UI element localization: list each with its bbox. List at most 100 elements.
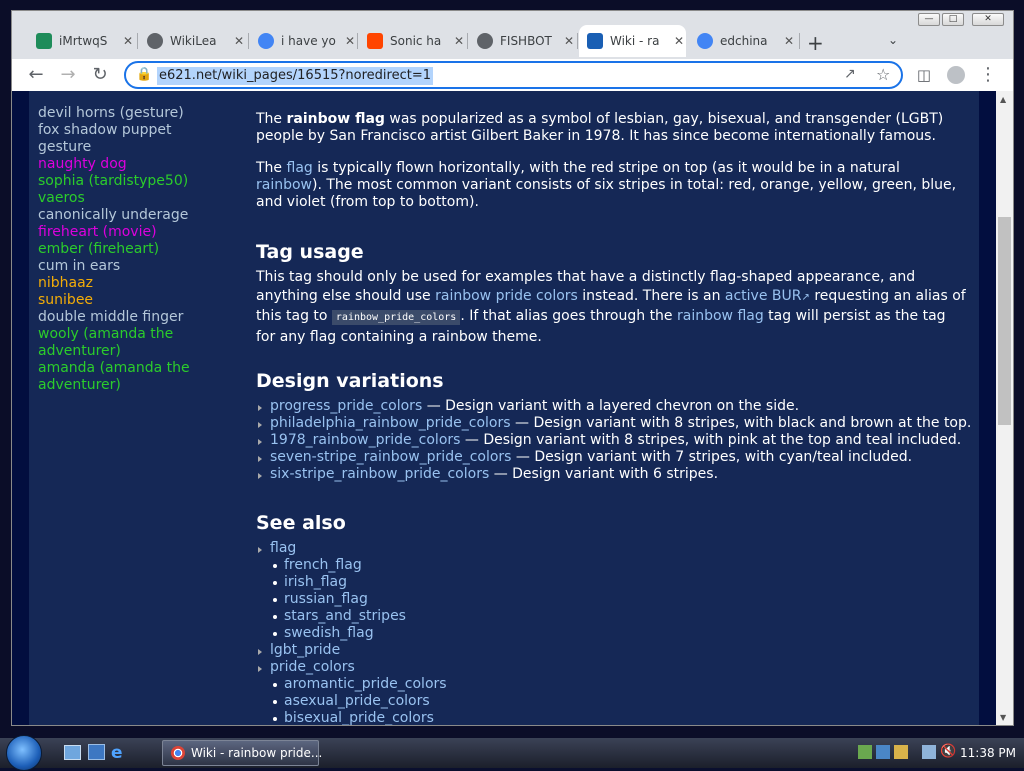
tab-1[interactable]: iMrtwqS ✕	[28, 25, 138, 57]
tray-network-icon[interactable]	[876, 745, 890, 759]
tab-close-icon[interactable]: ✕	[674, 34, 684, 48]
sidebar-tag-link[interactable]: adventurer)	[29, 377, 121, 394]
sidebar-tag-link[interactable]: ember (fireheart)	[29, 241, 159, 258]
external-link-icon: ↗	[801, 291, 810, 303]
sidebar-tag-link[interactable]: fox shadow puppet	[29, 122, 172, 139]
wiki-article: The rainbow flag was popularized as a sy…	[229, 91, 979, 725]
rainbow-flag-link[interactable]: rainbow flag	[677, 308, 764, 324]
tab-title: i have yo	[281, 34, 336, 48]
scroll-up-arrow[interactable]: ▲	[1000, 95, 1006, 104]
scroll-down-arrow[interactable]: ▼	[1000, 713, 1006, 722]
show-desktop-icon[interactable]	[64, 745, 81, 760]
see-also-link[interactable]: pride_colors	[270, 659, 355, 675]
variation-description: — Design variant with 6 stripes.	[489, 466, 719, 482]
back-icon[interactable]: ←	[24, 63, 48, 87]
tray-app-icon[interactable]	[858, 745, 872, 759]
see-also-link[interactable]: asexual_pride_colors	[284, 693, 430, 709]
see-also-link[interactable]: aromantic_pride_colors	[284, 676, 447, 692]
tag-usage-heading: Tag usage	[256, 241, 364, 263]
flag-link[interactable]: flag	[287, 160, 313, 176]
bullet	[273, 700, 277, 704]
tray-security-icon[interactable]	[894, 745, 908, 759]
sidebar-tag-link[interactable]: nibhaaz	[29, 275, 93, 292]
sidebar-tag-link[interactable]: sunibee	[29, 292, 93, 309]
internet-explorer-icon[interactable]: e	[111, 743, 123, 763]
variation-link[interactable]: philadelphia_rainbow_pride_colors	[270, 415, 511, 431]
side-panel-icon[interactable]: ◫	[912, 63, 936, 87]
see-also-link[interactable]: russian_flag	[284, 591, 368, 607]
sidebar-tag-link[interactable]: fireheart (movie)	[29, 224, 157, 241]
rainbow-link[interactable]: rainbow	[256, 177, 312, 193]
variation-link[interactable]: progress_pride_colors	[270, 398, 422, 414]
sidebar-tag-link[interactable]: double middle finger	[29, 309, 183, 326]
sidebar-tag-link[interactable]: wooly (amanda the	[29, 326, 173, 343]
sidebar-tag-link[interactable]: naughty dog	[29, 156, 127, 173]
tab-search-icon[interactable]: ⌄	[888, 33, 898, 47]
star-icon[interactable]: ☆	[876, 65, 890, 84]
sidebar-tag-link[interactable]: gesture	[29, 139, 91, 156]
tab-2[interactable]: WikiLea ✕	[139, 25, 249, 57]
address-bar[interactable]: 🔒 e621.net/wiki_pages/16515?noredirect=1…	[124, 61, 903, 89]
active-bur-link[interactable]: active BUR	[725, 288, 802, 304]
scrollbar-thumb[interactable]	[998, 217, 1011, 425]
bullet	[273, 581, 277, 585]
reload-icon[interactable]: ↻	[88, 63, 112, 87]
variation-link[interactable]: 1978_rainbow_pride_colors	[270, 432, 460, 448]
see-also-item: pride_colors	[258, 659, 355, 676]
see-also-item: lgbt_pride	[257, 642, 340, 659]
bullet	[273, 632, 277, 636]
see-also-link[interactable]: lgbt_pride	[270, 642, 340, 658]
tab-5[interactable]: FISHBOT ✕	[469, 25, 578, 57]
page-scrollbar[interactable]: ▲ ▼	[996, 91, 1013, 725]
sidebar-tag-link[interactable]: canonically underage	[29, 207, 188, 224]
share-icon[interactable]: ↗	[844, 66, 856, 82]
tab-7[interactable]: edchina ✕	[689, 25, 800, 57]
see-also-link[interactable]: french_flag	[284, 557, 362, 573]
tab-4[interactable]: Sonic ha ✕	[359, 25, 468, 57]
chrome-task-button[interactable]: Wiki - rainbow pride...	[162, 740, 322, 766]
tab-close-icon[interactable]: ✕	[454, 34, 464, 48]
url-text[interactable]: e621.net/wiki_pages/16515?noredirect=1	[157, 67, 433, 85]
sidebar-tag-link[interactable]: sophia (tardistype50)	[29, 173, 188, 190]
globe-icon	[477, 33, 493, 49]
sidebar-tag-link[interactable]: amanda (amanda the	[29, 360, 190, 377]
variation-link[interactable]: seven-stripe_rainbow_pride_colors	[270, 449, 511, 465]
menu-icon[interactable]: ⋮	[976, 63, 1000, 87]
bullet	[273, 564, 277, 568]
see-also-link[interactable]: irish_flag	[284, 574, 347, 590]
tray-display-icon[interactable]	[922, 745, 936, 759]
tab-close-icon[interactable]: ✕	[234, 34, 244, 48]
tab-close-icon[interactable]: ✕	[784, 34, 794, 48]
sidebar-tag-link[interactable]: adventurer)	[29, 343, 121, 360]
see-also-item: bisexual_pride_colors	[273, 710, 434, 725]
sidebar-tag-link[interactable]: cum in ears	[29, 258, 120, 275]
see-also-link[interactable]: flag	[270, 540, 296, 556]
tab-close-icon[interactable]: ✕	[123, 34, 133, 48]
see-also-link[interactable]: stars_and_stripes	[284, 608, 406, 624]
tab-3[interactable]: i have yo ✕	[250, 25, 358, 57]
new-tab-button[interactable]: +	[807, 31, 824, 55]
rainbow-pride-colors-link[interactable]: rainbow pride colors	[435, 288, 578, 304]
sidebar-tag-link[interactable]: devil horns (gesture)	[29, 105, 184, 122]
sidebar-tag-list: devil horns (gesture) fox shadow puppet ge…	[29, 91, 229, 725]
taskbar: e Wiki - rainbow pride... 🔇 11:38 PM	[0, 735, 1024, 771]
see-also-link[interactable]: bisexual_pride_colors	[284, 710, 434, 725]
toolbar: ← → ↻ 🔒 e621.net/wiki_pages/16515?noredi…	[12, 59, 1013, 91]
profile-icon[interactable]	[944, 63, 968, 87]
tab-strip: iMrtwqS ✕ WikiLea ✕ i have yo ✕ Sonic ha ✕ FISHB…	[12, 23, 1013, 59]
start-button[interactable]	[6, 735, 42, 771]
volume-muted-icon[interactable]: 🔇	[940, 744, 956, 759]
tab-close-icon[interactable]: ✕	[564, 34, 574, 48]
clock[interactable]: 11:38 PM	[960, 746, 1016, 760]
variation-description: — Design variant with 8 stripes, with pi…	[460, 432, 962, 448]
see-also-link[interactable]: swedish_flag	[284, 625, 374, 641]
variation-link[interactable]: six-stripe_rainbow_pride_colors	[270, 466, 489, 482]
window-switcher-icon[interactable]	[88, 744, 105, 760]
tab-6[interactable]: Wiki - ra ✕	[579, 25, 686, 57]
tab-close-icon[interactable]: ✕	[345, 34, 355, 48]
forward-icon[interactable]: →	[56, 63, 80, 87]
lock-icon[interactable]: 🔒	[136, 67, 152, 82]
sidebar-tag-link[interactable]: vaeros	[29, 190, 85, 207]
tab-title: iMrtwqS	[59, 34, 108, 48]
variation-item: six-stripe_rainbow_pride_colors — Design…	[257, 466, 719, 483]
